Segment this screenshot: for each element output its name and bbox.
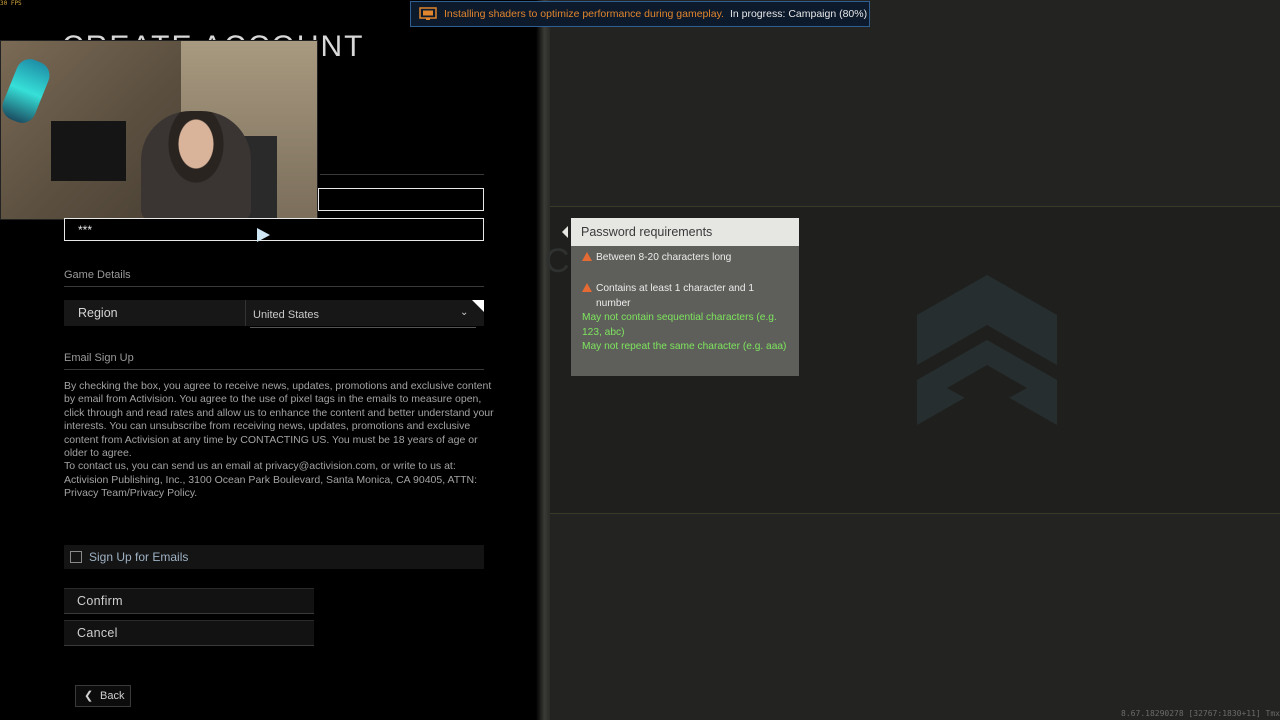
email-signup-divider: [64, 369, 484, 370]
confirm-button[interactable]: Confirm: [64, 588, 314, 614]
form-divider: [320, 174, 484, 175]
email-field[interactable]: [318, 188, 484, 211]
requirement-length: Between 8-20 characters long: [582, 251, 782, 266]
region-value: United States: [253, 309, 320, 321]
password-requirements-tooltip: Password requirements Between 8-20 chara…: [562, 218, 799, 376]
webcam-tv: [51, 121, 126, 181]
rank-emblem-icon: [917, 275, 1057, 425]
region-underline: [250, 327, 476, 328]
back-button[interactable]: ❮ Back: [75, 685, 131, 707]
webcam-streamer: [141, 111, 251, 219]
region-select[interactable]: United States ⌄: [245, 300, 484, 328]
signup-checkbox-label: Sign Up for Emails: [89, 550, 189, 564]
tooltip-pointer: [562, 226, 568, 238]
chevron-down-icon: ⌄: [460, 307, 469, 318]
requirement-no-sequential: May not contain sequential characters (e…: [582, 312, 777, 338]
corner-marker: [472, 300, 484, 312]
game-details-divider: [64, 286, 484, 287]
legal-text-block: By checking the box, you agree to receiv…: [64, 380, 496, 501]
cancel-button-label: Cancel: [77, 626, 118, 640]
legal-consent-text: By checking the box, you agree to receiv…: [64, 380, 494, 460]
chevron-left-icon: ❮: [84, 690, 94, 702]
microphone-icon: [1, 54, 54, 128]
region-row: Region United States ⌄: [64, 300, 484, 328]
email-signup-heading: Email Sign Up: [64, 352, 134, 364]
panel-divider: [536, 0, 550, 720]
legal-contact-text: To contact us, you can send us an email …: [64, 460, 478, 500]
signup-checkbox-row[interactable]: Sign Up for Emails: [64, 545, 484, 569]
requirement-char-number: Contains at least 1 character and 1 numb…: [582, 282, 772, 311]
banner-message: Installing shaders to optimize performan…: [444, 8, 724, 20]
mouse-cursor-icon: [257, 228, 270, 242]
password-input[interactable]: [65, 219, 483, 240]
confirm-button-label: Confirm: [77, 594, 123, 608]
fps-counter: 30 FPS: [0, 0, 22, 7]
password-requirements-title: Password requirements: [571, 218, 799, 246]
requirement-no-repeat: May not repeat the same character (e.g. …: [582, 341, 787, 352]
signup-checkbox[interactable]: [70, 551, 82, 563]
region-label: Region: [78, 306, 118, 320]
password-field[interactable]: [64, 218, 484, 241]
back-button-label: Back: [100, 690, 125, 702]
monitor-icon: [419, 7, 437, 20]
banner-progress: In progress: Campaign (80%): [729, 8, 868, 20]
cancel-button[interactable]: Cancel: [64, 620, 314, 646]
game-details-heading: Game Details: [64, 269, 131, 281]
shader-install-banner: Installing shaders to optimize performan…: [410, 1, 870, 27]
build-version: 8.67.18290278 [32767:1830+11] Tmx: [1121, 709, 1280, 718]
warning-icon: [582, 252, 592, 261]
webcam-overlay: [0, 40, 318, 220]
email-input[interactable]: [319, 189, 483, 210]
warning-icon: [582, 283, 592, 292]
